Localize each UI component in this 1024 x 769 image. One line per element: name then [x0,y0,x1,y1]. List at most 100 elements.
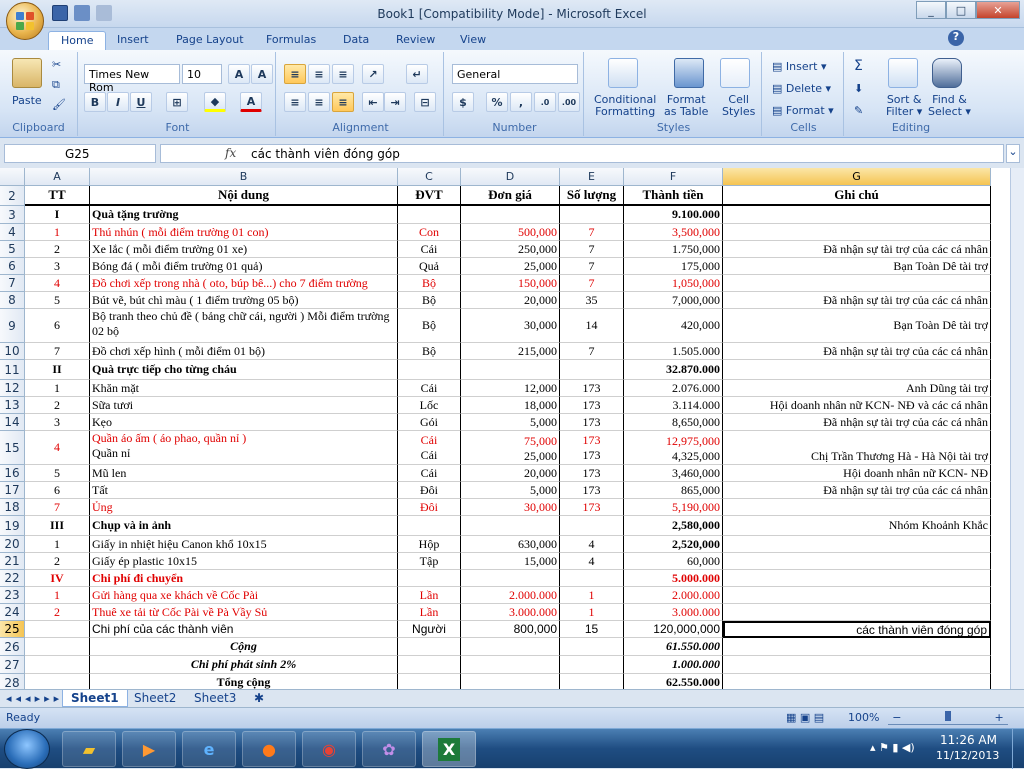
view-buttons-icon[interactable]: ▦ ▣ ▤ [786,711,824,724]
cell-g4[interactable] [723,224,991,241]
sheet-nav-arrows[interactable]: ◂◂◂▸▸▸ [6,692,63,705]
cell-e23[interactable]: 1 [560,587,624,604]
cell-c16[interactable]: Cái [398,465,461,482]
cell-g25[interactable]: các thành viên đóng góp [723,621,991,638]
cell-a28[interactable] [25,674,90,689]
row-header-20[interactable]: 20 [0,536,25,553]
row-header-17[interactable]: 17 [0,482,25,499]
row-header-18[interactable]: 18 [0,499,25,516]
cell-d17[interactable]: 5,000 [461,482,560,499]
cell-d5[interactable]: 250,000 [461,241,560,258]
cell-e20[interactable]: 4 [560,536,624,553]
cell-c27[interactable] [398,656,461,674]
cell-a11[interactable]: II [25,360,90,380]
tab-page-layout[interactable]: Page Layout [176,31,244,50]
worksheet-grid[interactable]: A B C D E F G 2 TT Nội dung ĐVT Đơn giá Số lượng Thàn… [0,168,1010,689]
vertical-scrollbar[interactable] [1010,168,1024,707]
cell-f21[interactable]: 60,000 [624,553,723,570]
cell-e5[interactable]: 7 [560,241,624,258]
align-bottom-icon[interactable]: ≡ [332,64,354,84]
cell-g7[interactable] [723,275,991,292]
autosum-icon[interactable]: Σ [854,58,863,74]
cell-c15[interactable]: Cái Cái [398,431,461,465]
row-header-14[interactable]: 14 [0,414,25,431]
office-button[interactable] [6,2,44,40]
row-header-9[interactable]: 9 [0,309,25,343]
cell-b16[interactable]: Mũ len [90,465,398,482]
cell-c13[interactable]: Lốc [398,397,461,414]
column-header-f[interactable]: F [624,168,723,186]
align-left-icon[interactable]: ≡ [284,92,306,112]
cell-f2[interactable]: Thành tiền [624,186,723,206]
app-icon[interactable]: ✿ [362,731,416,767]
cell-e12[interactable]: 173 [560,380,624,397]
cell-b4[interactable]: Thú nhún ( mỗi điểm trường 01 con) [90,224,398,241]
cell-g24[interactable] [723,604,991,621]
row-header-8[interactable]: 8 [0,292,25,309]
cell-d23[interactable]: 2.000.000 [461,587,560,604]
cell-a12[interactable]: 1 [25,380,90,397]
row-header-26[interactable]: 26 [0,638,25,656]
decrease-decimal-icon[interactable]: .00 [558,92,580,112]
cell-d18[interactable]: 30,000 [461,499,560,516]
column-header-b[interactable]: B [90,168,398,186]
cell-c17[interactable]: Đôi [398,482,461,499]
cell-d10[interactable]: 215,000 [461,343,560,360]
row-header-25[interactable]: 25 [0,621,25,638]
cell-d25[interactable]: 800,000 [461,621,560,638]
cell-g3[interactable] [723,206,991,224]
row-header-28[interactable]: 28 [0,674,25,689]
cell-c2[interactable]: ĐVT [398,186,461,206]
cell-e25[interactable]: 15 [560,621,624,638]
row-header-7[interactable]: 7 [0,275,25,292]
font-size-select[interactable]: 10 [182,64,222,84]
help-icon[interactable]: ? [948,30,964,46]
currency-icon[interactable]: $ [452,92,474,112]
cell-c9[interactable]: Bộ [398,309,461,343]
cell-g26[interactable] [723,638,991,656]
cell-e10[interactable]: 7 [560,343,624,360]
column-header-a[interactable]: A [25,168,90,186]
cell-c6[interactable]: Quả [398,258,461,275]
expand-formula-bar-icon[interactable]: ⌄ [1006,144,1020,163]
cell-f17[interactable]: 865,000 [624,482,723,499]
cell-f9[interactable]: 420,000 [624,309,723,343]
cell-g9[interactable]: Bạn Toàn Dê tài trợ [723,309,991,343]
fill-icon[interactable]: ⬇ [854,82,863,95]
cell-a20[interactable]: 1 [25,536,90,553]
cut-icon[interactable]: ✂ [52,58,61,71]
cell-c5[interactable]: Cái [398,241,461,258]
cell-f26[interactable]: 61.550.000 [624,638,723,656]
orientation-icon[interactable]: ↗ [362,64,384,84]
minimize-button[interactable]: _ [916,1,946,19]
select-all-corner[interactable] [0,168,25,186]
cell-c25[interactable]: Người [398,621,461,638]
wrap-text-icon[interactable]: ↵ [406,64,428,84]
row-header-22[interactable]: 22 [0,570,25,587]
cell-f28[interactable]: 62.550.000 [624,674,723,689]
cell-d19[interactable] [461,516,560,536]
find-select-button[interactable]: Find & Select ▾ [928,94,971,118]
align-center-icon[interactable]: ≡ [308,92,330,112]
cell-f24[interactable]: 3.000.000 [624,604,723,621]
paste-icon[interactable] [12,58,42,88]
cell-b6[interactable]: Bóng đá ( mỗi điểm trường 01 quả) [90,258,398,275]
cell-a6[interactable]: 3 [25,258,90,275]
row-header-15[interactable]: 15 [0,431,25,465]
row-header-4[interactable]: 4 [0,224,25,241]
cell-b25[interactable]: Chi phí của các thành viên [90,621,398,638]
cell-d9[interactable]: 30,000 [461,309,560,343]
cell-d22[interactable] [461,570,560,587]
conditional-formatting-button[interactable]: Conditional Formatting [594,94,656,118]
cell-a15[interactable]: 4 [25,431,90,465]
cell-a23[interactable]: 1 [25,587,90,604]
cell-f13[interactable]: 3.114.000 [624,397,723,414]
fill-color-icon[interactable]: ◆ [204,92,226,112]
cell-e11[interactable] [560,360,624,380]
cell-a17[interactable]: 6 [25,482,90,499]
sheet-tab-3[interactable]: Sheet3 [186,690,244,707]
row-header-21[interactable]: 21 [0,553,25,570]
cell-f10[interactable]: 1.505.000 [624,343,723,360]
format-cells-button[interactable]: ▤ Format ▾ [772,104,834,117]
sheet-tab-1[interactable]: Sheet1 [62,690,128,707]
